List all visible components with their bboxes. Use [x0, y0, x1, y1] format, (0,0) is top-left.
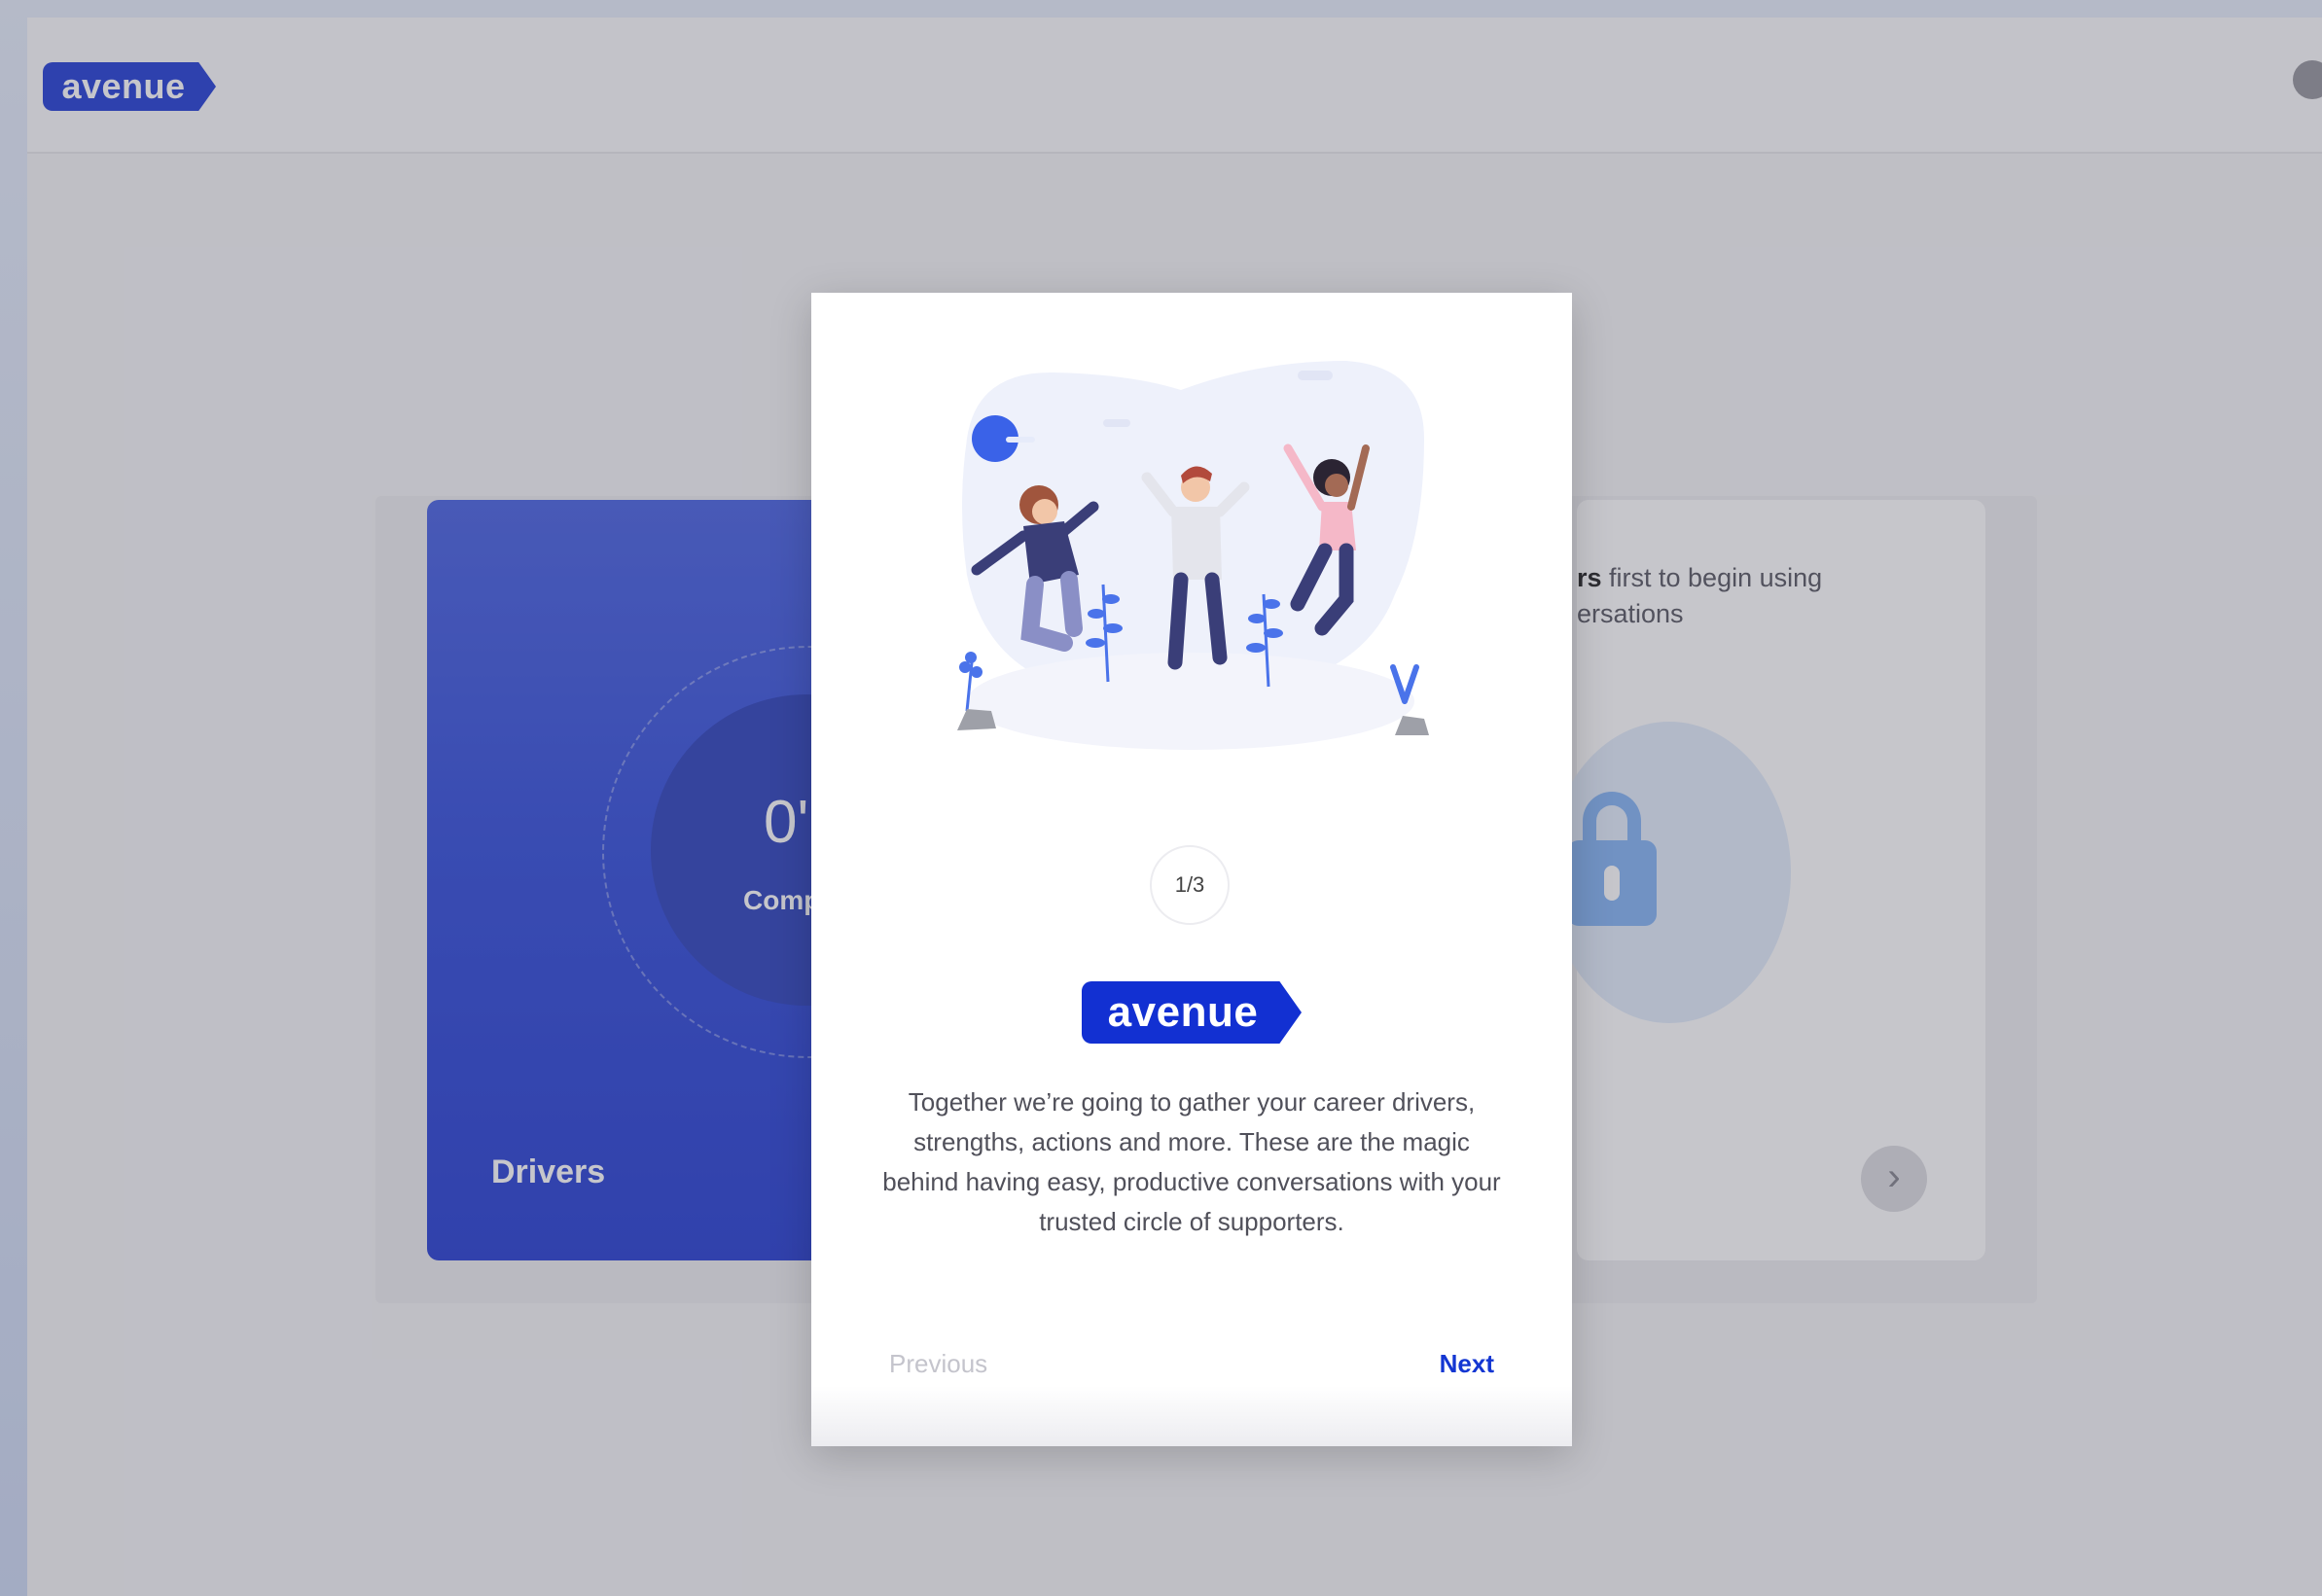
step-indicator: 1/3 [1150, 845, 1230, 925]
onboarding-modal: 1/3 avenue Together we’re going to gathe… [811, 293, 1572, 1446]
onboarding-description: Together we’re going to gather your care… [882, 1087, 1501, 1236]
previous-button[interactable]: Previous [889, 1349, 987, 1379]
modal-footer [811, 1386, 1572, 1446]
modal-brand-logo: avenue [1082, 981, 1302, 1044]
next-button[interactable]: Next [1440, 1349, 1494, 1379]
celebration-illustration [957, 361, 1429, 750]
